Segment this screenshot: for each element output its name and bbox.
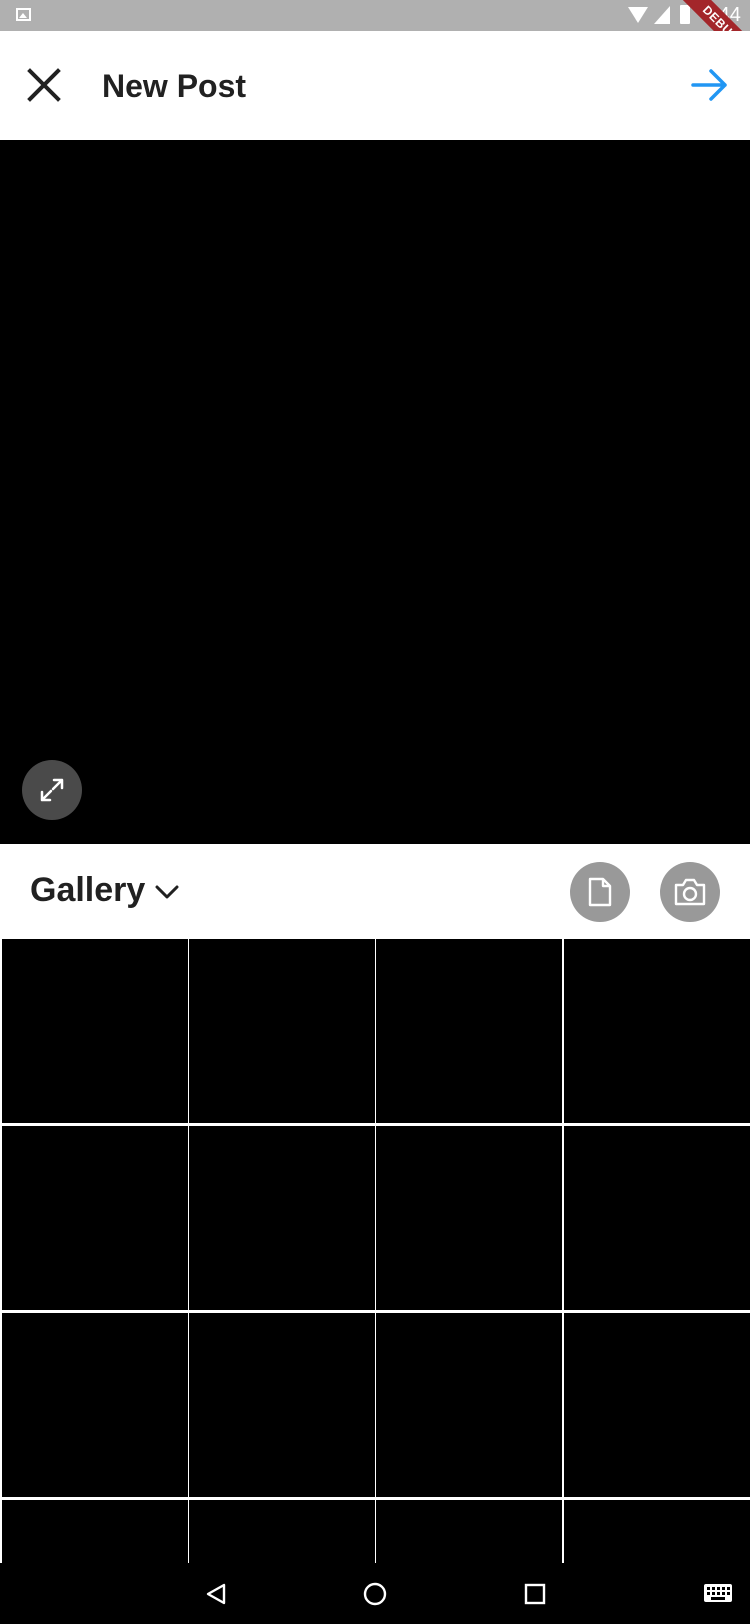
close-button[interactable] [18,59,70,111]
camera-button[interactable] [660,862,720,922]
gallery-thumbnail[interactable] [189,1500,375,1563]
next-button[interactable] [684,59,736,111]
gallery-thumbnail[interactable] [564,1126,750,1310]
home-button[interactable] [350,1569,400,1619]
wifi-icon [628,7,648,23]
file-icon [588,877,612,907]
image-preview [0,140,750,844]
gallery-thumbnail[interactable] [376,1500,562,1563]
gallery-thumbnail[interactable] [564,1500,750,1563]
keyboard-icon [704,1584,732,1602]
gallery-thumbnail[interactable] [2,1500,188,1563]
gallery-thumbnail[interactable] [2,939,188,1123]
camera-icon [674,878,706,906]
gallery-dropdown[interactable]: Gallery [30,868,179,912]
gallery-bar: Gallery [0,844,750,939]
home-icon [363,1582,387,1606]
expand-icon [40,778,64,802]
gallery-thumbnail[interactable] [189,1126,375,1310]
keyboard-button[interactable] [693,1569,743,1619]
gallery-thumbnail[interactable] [189,1313,375,1497]
gallery-thumbnail[interactable] [2,1126,188,1310]
back-button[interactable] [191,1569,241,1619]
arrow-right-icon [691,69,727,101]
close-icon [27,68,61,102]
gallery-thumbnail[interactable] [376,939,562,1123]
gallery-grid [0,939,750,1563]
gallery-thumbnail[interactable] [189,939,375,1123]
recents-button[interactable] [510,1569,560,1619]
battery-icon [680,5,690,24]
app-bar: New Post [0,31,750,140]
image-icon [16,8,31,21]
system-nav-bar [0,1563,750,1624]
chevron-down-icon [155,885,179,899]
gallery-label: Gallery [30,871,146,909]
file-button[interactable] [570,862,630,922]
status-bar: 3:44 DEBUG [0,0,750,31]
gallery-thumbnail[interactable] [564,939,750,1123]
recents-icon [524,1583,546,1605]
gallery-thumbnail[interactable] [376,1313,562,1497]
back-icon [206,1583,226,1605]
gallery-thumbnail[interactable] [564,1313,750,1497]
expand-button[interactable] [22,760,82,820]
gallery-thumbnail[interactable] [376,1126,562,1310]
gallery-thumbnail[interactable] [2,1313,188,1497]
page-title: New Post [102,68,247,104]
signal-icon [654,6,670,24]
